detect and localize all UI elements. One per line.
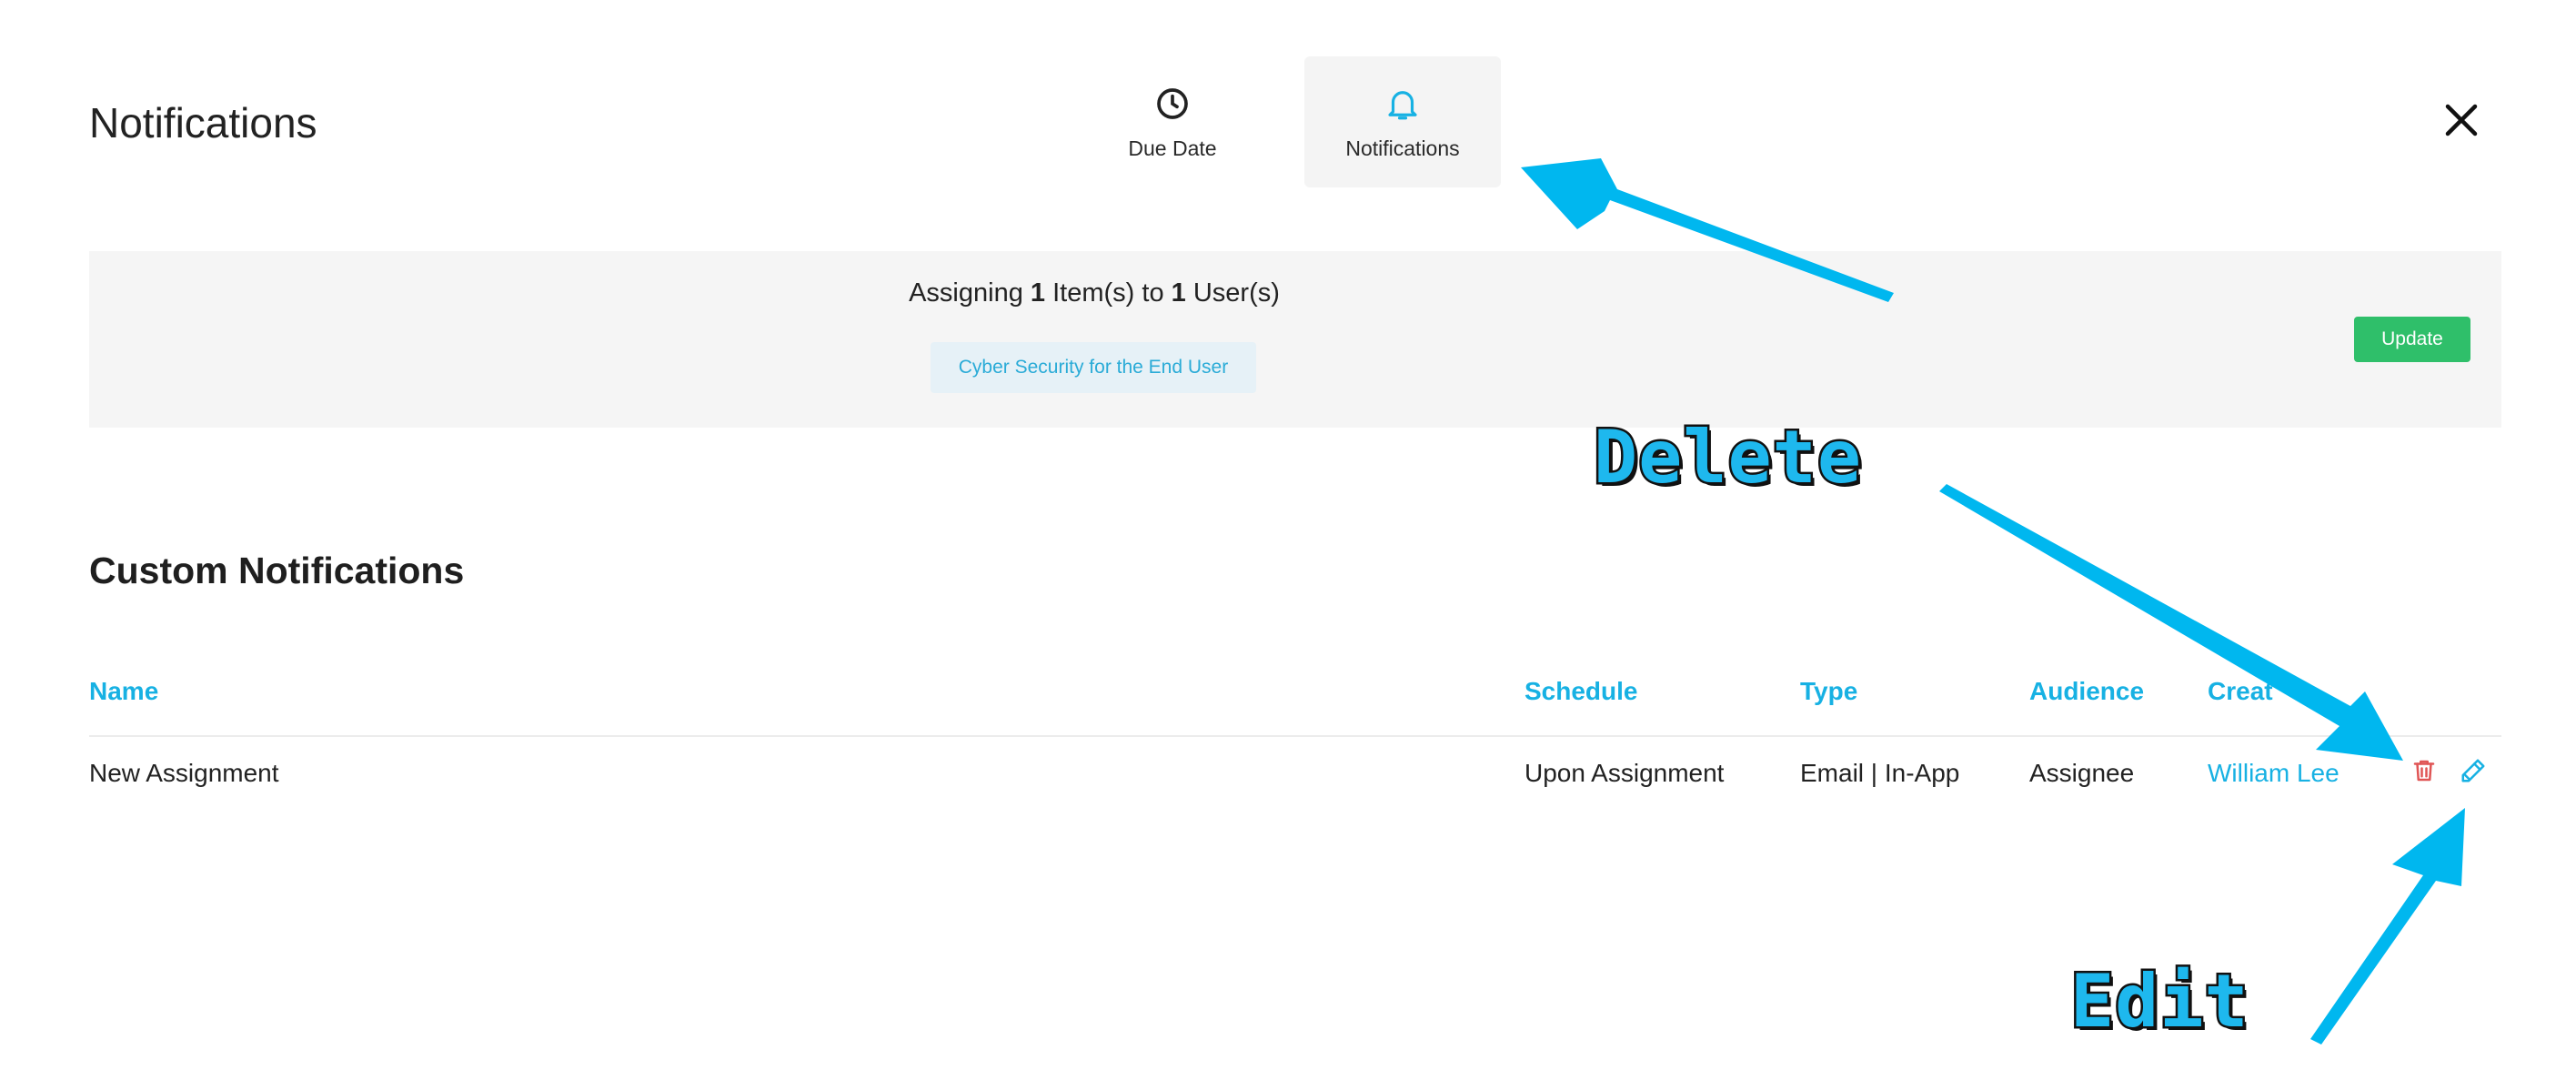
cell-creator-link[interactable]: William Lee	[2208, 759, 2340, 788]
user-suffix: User(s)	[1192, 278, 1280, 308]
annotation-delete-label: Delete	[1592, 413, 1864, 502]
assigned-item-chip[interactable]: Cyber Security for the End User	[931, 342, 1256, 393]
column-header-name[interactable]: Name	[89, 677, 158, 706]
tab-notifications[interactable]: Notifications	[1304, 56, 1501, 187]
user-count: 1	[1171, 278, 1186, 308]
item-count: 1	[1030, 278, 1046, 308]
column-header-type[interactable]: Type	[1800, 677, 1857, 706]
item-middle: Item(s) to	[1052, 278, 1164, 308]
assignment-summary: Assigning 1 Item(s) to 1 User(s)	[89, 278, 2099, 308]
trash-icon[interactable]	[2410, 757, 2441, 788]
assign-prefix: Assigning	[909, 278, 1023, 308]
table-header: Name Schedule Type Audience Creat	[89, 673, 2501, 737]
assignment-banner: Assigning 1 Item(s) to 1 User(s) Cyber S…	[89, 251, 2501, 428]
arrow-to-edit-icon	[2310, 808, 2465, 1045]
annotation-edit-label: Edit	[2068, 957, 2251, 1046]
annotation-arrows	[1521, 158, 2465, 1045]
tab-due-date-label: Due Date	[1128, 136, 1217, 160]
pencil-icon[interactable]	[2460, 757, 2490, 788]
table-row: New Assignment Upon Assignment Email | I…	[89, 744, 2501, 808]
section-title: Custom Notifications	[89, 550, 465, 591]
bell-icon	[1383, 84, 1423, 124]
cell-type: Email | In-App	[1800, 759, 1960, 787]
clock-icon	[1152, 84, 1192, 124]
column-header-audience[interactable]: Audience	[2029, 677, 2144, 706]
page-title: Notifications	[89, 99, 317, 146]
cell-schedule: Upon Assignment	[1524, 759, 1725, 787]
close-icon[interactable]	[2443, 102, 2480, 138]
column-header-schedule[interactable]: Schedule	[1524, 677, 1637, 706]
cell-name: New Assignment	[89, 759, 279, 787]
column-header-creator[interactable]: Creat	[2208, 677, 2273, 706]
update-button[interactable]: Update	[2354, 317, 2470, 362]
tab-notifications-label: Notifications	[1345, 136, 1460, 160]
cell-audience: Assignee	[2029, 759, 2135, 787]
tab-due-date[interactable]: Due Date	[1115, 56, 1230, 187]
